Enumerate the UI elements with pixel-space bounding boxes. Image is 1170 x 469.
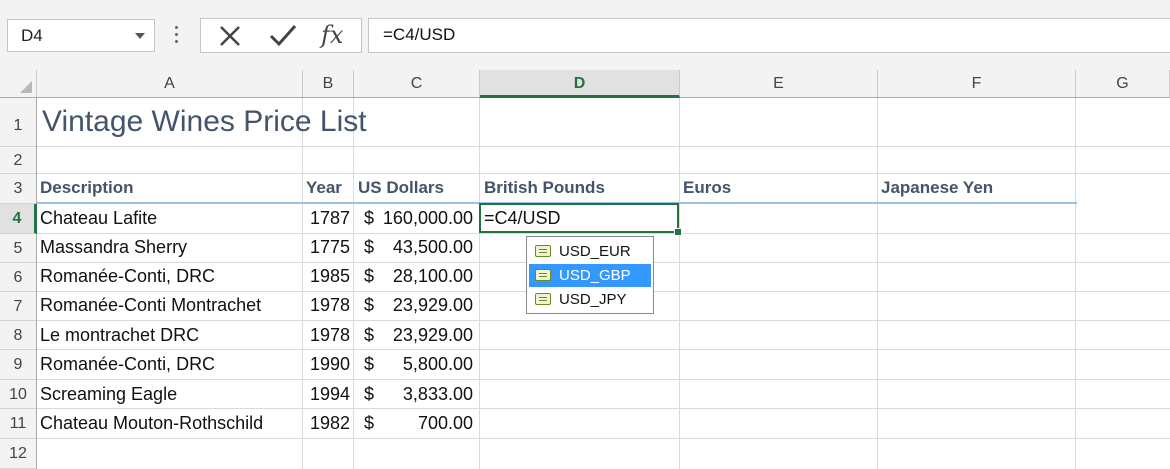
gridline	[1075, 98, 1076, 469]
cell-year[interactable]: 1775	[302, 237, 350, 258]
formula-input[interactable]: =C4/USD	[368, 18, 1170, 53]
gridline	[37, 349, 1170, 350]
cell-year[interactable]: 1787	[302, 208, 350, 229]
column-headers: A B C D E F G	[0, 70, 1170, 98]
formula-autocomplete-list[interactable]: USD_EUR USD_GBP USD_JPY	[526, 236, 654, 314]
formula-buttons: fx	[200, 18, 362, 53]
cell-amount[interactable]: 43,500.00	[367, 237, 473, 258]
row-header[interactable]: 9	[0, 350, 36, 380]
gridline	[37, 438, 1170, 439]
autocomplete-item-label: USD_JPY	[559, 291, 627, 308]
column-header-g[interactable]: G	[1076, 70, 1170, 97]
fill-handle[interactable]	[674, 228, 682, 236]
cell-amount[interactable]: 23,929.00	[367, 295, 473, 316]
cell-description[interactable]: Romanée-Conti, DRC	[40, 354, 215, 375]
row-header[interactable]: 10	[0, 380, 36, 409]
cell-amount[interactable]: 23,929.00	[367, 325, 473, 346]
cell-amount[interactable]: 3,833.00	[367, 384, 473, 405]
gridline	[37, 233, 1170, 234]
column-header-a[interactable]: A	[37, 70, 303, 97]
header-usd[interactable]: US Dollars	[358, 178, 444, 198]
row-header[interactable]: 2	[0, 147, 36, 174]
cell-description[interactable]: Le montrachet DRC	[40, 325, 199, 346]
active-cell[interactable]: =C4/USD	[479, 203, 682, 236]
gridline	[37, 379, 1170, 380]
cancel-button[interactable]	[207, 19, 251, 52]
gridline	[37, 320, 1170, 321]
header-year[interactable]: Year	[306, 178, 342, 198]
cell-year[interactable]: 1985	[302, 266, 350, 287]
gridline	[679, 98, 680, 469]
column-header-c[interactable]: C	[354, 70, 480, 97]
cell-year[interactable]: 1978	[302, 325, 350, 346]
column-header-b[interactable]: B	[303, 70, 354, 97]
header-jpy[interactable]: Japanese Yen	[881, 178, 993, 198]
row-header[interactable]: 11	[0, 409, 36, 439]
header-eur[interactable]: Euros	[683, 178, 731, 198]
cell-description[interactable]: Screaming Eagle	[40, 384, 177, 405]
active-cell-text: =C4/USD	[484, 208, 561, 228]
insert-function-button[interactable]: fx	[313, 19, 357, 52]
cell-description[interactable]: Romanée-Conti Montrachet	[40, 295, 261, 316]
column-header-f[interactable]: F	[878, 70, 1076, 97]
gridline	[37, 173, 1170, 174]
row-header[interactable]: 8	[0, 321, 36, 350]
gridline	[877, 98, 878, 469]
cell-amount[interactable]: 5,800.00	[367, 354, 473, 375]
named-range-icon	[535, 245, 551, 257]
formula-text: =C4/USD	[383, 25, 456, 44]
checkmark-icon	[269, 25, 297, 47]
chevron-down-icon[interactable]	[135, 33, 145, 39]
name-box[interactable]: D4	[7, 19, 155, 52]
column-header-e[interactable]: E	[680, 70, 878, 97]
header-gbp[interactable]: British Pounds	[484, 178, 605, 198]
cell-year[interactable]: 1978	[302, 295, 350, 316]
close-icon	[220, 26, 240, 46]
row-header[interactable]: 1	[0, 98, 36, 147]
named-range-icon	[535, 293, 551, 305]
sheet-title[interactable]: Vintage Wines Price List	[42, 105, 367, 139]
enter-button[interactable]	[261, 19, 305, 52]
cell-year[interactable]: 1990	[302, 354, 350, 375]
more-options-icon[interactable]	[175, 26, 179, 46]
row-header[interactable]: 7	[0, 292, 36, 321]
fx-icon: fx	[321, 21, 344, 49]
row-header[interactable]: 12	[0, 439, 36, 469]
row-header[interactable]: 3	[0, 174, 36, 204]
row-header[interactable]: 6	[0, 263, 36, 292]
cell-amount[interactable]: 160,000.00	[367, 208, 473, 229]
autocomplete-item-selected[interactable]: USD_GBP	[529, 264, 651, 287]
row-headers: 1 2 3 4 5 6 7 8 9 10 11 12	[0, 98, 37, 469]
gridline	[353, 98, 354, 469]
gridline	[37, 146, 1170, 147]
column-header-d[interactable]: D	[480, 70, 680, 98]
cell-description[interactable]: Chateau Lafite	[40, 208, 157, 229]
gridline	[37, 408, 1170, 409]
gridline	[479, 98, 480, 469]
cell-year[interactable]: 1994	[302, 384, 350, 405]
header-description[interactable]: Description	[40, 178, 134, 198]
name-box-value: D4	[21, 26, 43, 45]
row-header[interactable]: 5	[0, 234, 36, 263]
cell-description[interactable]: Massandra Sherry	[40, 237, 187, 258]
autocomplete-item[interactable]: USD_EUR	[529, 240, 651, 263]
cell-amount[interactable]: 700.00	[367, 413, 473, 434]
autocomplete-item-label: USD_EUR	[559, 243, 631, 260]
cell-amount[interactable]: 28,100.00	[367, 266, 473, 287]
cell-description[interactable]: Chateau Mouton-Rothschild	[40, 413, 263, 434]
row-header[interactable]: 4	[0, 204, 37, 234]
autocomplete-item[interactable]: USD_JPY	[529, 288, 651, 311]
select-all-button[interactable]	[0, 70, 37, 97]
formula-bar-area: D4 fx =C4/USD	[0, 0, 1170, 70]
named-range-icon	[535, 269, 551, 281]
cell-year[interactable]: 1982	[302, 413, 350, 434]
cell-description[interactable]: Romanée-Conti, DRC	[40, 266, 215, 287]
autocomplete-item-label: USD_GBP	[559, 267, 631, 284]
